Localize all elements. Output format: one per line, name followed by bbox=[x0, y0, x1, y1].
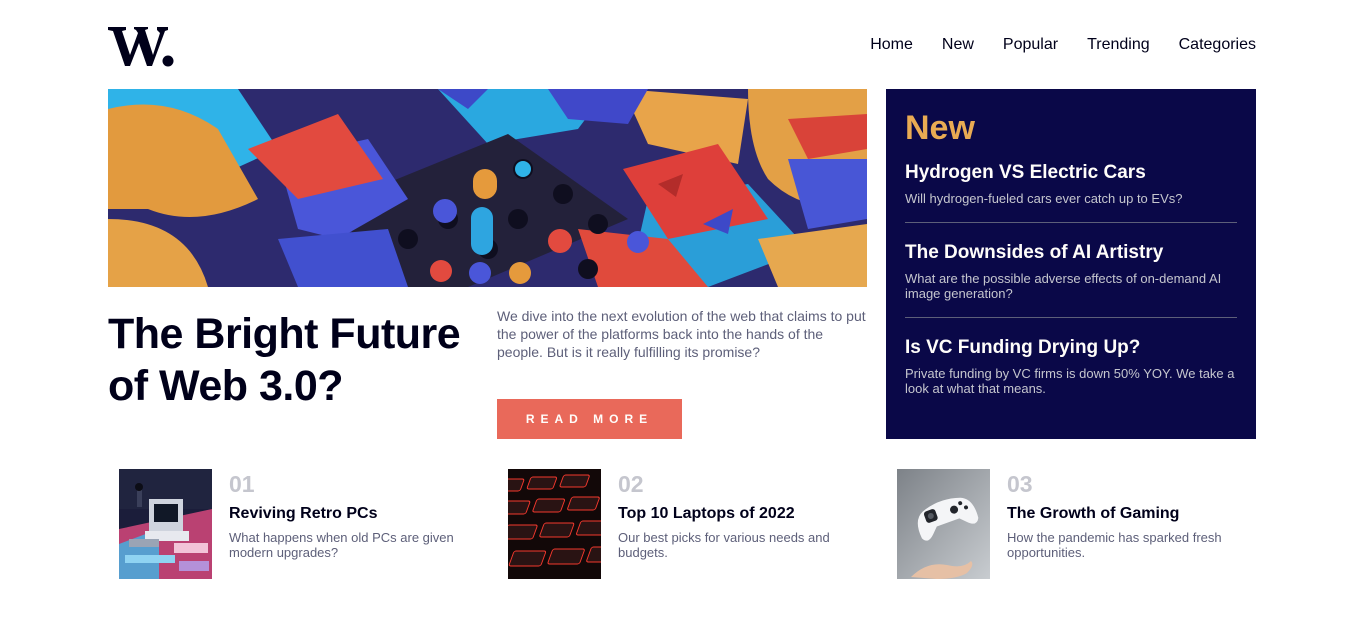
article-number: 01 bbox=[229, 471, 255, 497]
nav-new[interactable]: New bbox=[942, 36, 974, 54]
main-nav: Home New Popular Trending Categories bbox=[870, 36, 1256, 54]
read-more-button[interactable]: READ MORE bbox=[497, 399, 682, 439]
article-title[interactable]: Reviving Retro PCs bbox=[229, 504, 469, 524]
nav-categories[interactable]: Categories bbox=[1179, 36, 1256, 54]
new-item-description: What are the possible adverse effects of… bbox=[905, 271, 1222, 301]
divider bbox=[905, 222, 1237, 223]
article-card-body: 02 Top 10 Laptops of 2022 Our best picks… bbox=[618, 469, 858, 579]
gaming-controller-thumbnail bbox=[897, 469, 990, 579]
article-card[interactable]: 03 The Growth of Gaming How the pandemic… bbox=[897, 469, 1237, 579]
new-item-title[interactable]: The Downsides of AI Artistry bbox=[905, 241, 1237, 265]
hero-image bbox=[108, 89, 867, 287]
article-description: What happens when old PCs are given mode… bbox=[229, 530, 454, 560]
article-title[interactable]: Top 10 Laptops of 2022 bbox=[618, 504, 858, 524]
hero-title: The Bright Future of Web 3.0? bbox=[108, 310, 461, 410]
article-card[interactable]: 02 Top 10 Laptops of 2022 Our best picks… bbox=[508, 469, 848, 579]
new-item[interactable]: The Downsides of AI Artistry What are th… bbox=[905, 241, 1237, 317]
article-description: How the pandemic has sparked fresh oppor… bbox=[1007, 530, 1222, 560]
hero-description: We dive into the next evolution of the w… bbox=[497, 308, 866, 360]
logo-w-icon bbox=[108, 27, 174, 67]
article-number: 03 bbox=[1007, 471, 1033, 497]
article-number: 02 bbox=[618, 471, 644, 497]
nav-home[interactable]: Home bbox=[870, 36, 913, 54]
new-item-title[interactable]: Is VC Funding Drying Up? bbox=[905, 336, 1237, 360]
divider bbox=[905, 317, 1237, 318]
new-panel-heading: New bbox=[905, 109, 975, 147]
new-item-description: Will hydrogen-fueled cars ever catch up … bbox=[905, 191, 1183, 206]
site-logo[interactable] bbox=[108, 25, 174, 67]
new-item[interactable]: Hydrogen VS Electric Cars Will hydrogen-… bbox=[905, 161, 1237, 222]
article-description: Our best picks for various needs and bud… bbox=[618, 530, 830, 560]
new-panel: New Hydrogen VS Electric Cars Will hydro… bbox=[886, 89, 1256, 439]
nav-popular[interactable]: Popular bbox=[1003, 36, 1058, 54]
new-item[interactable]: Is VC Funding Drying Up? Private funding… bbox=[905, 336, 1237, 412]
article-card-body: 01 Reviving Retro PCs What happens when … bbox=[229, 469, 469, 579]
article-title[interactable]: The Growth of Gaming bbox=[1007, 504, 1247, 524]
article-card[interactable]: 01 Reviving Retro PCs What happens when … bbox=[119, 469, 459, 579]
laptop-keyboard-thumbnail bbox=[508, 469, 601, 579]
new-item-title[interactable]: Hydrogen VS Electric Cars bbox=[905, 161, 1237, 185]
new-item-description: Private funding by VC firms is down 50% … bbox=[905, 366, 1235, 396]
retro-pc-thumbnail bbox=[119, 469, 212, 579]
nav-trending[interactable]: Trending bbox=[1087, 36, 1150, 54]
article-card-body: 03 The Growth of Gaming How the pandemic… bbox=[1007, 469, 1247, 579]
